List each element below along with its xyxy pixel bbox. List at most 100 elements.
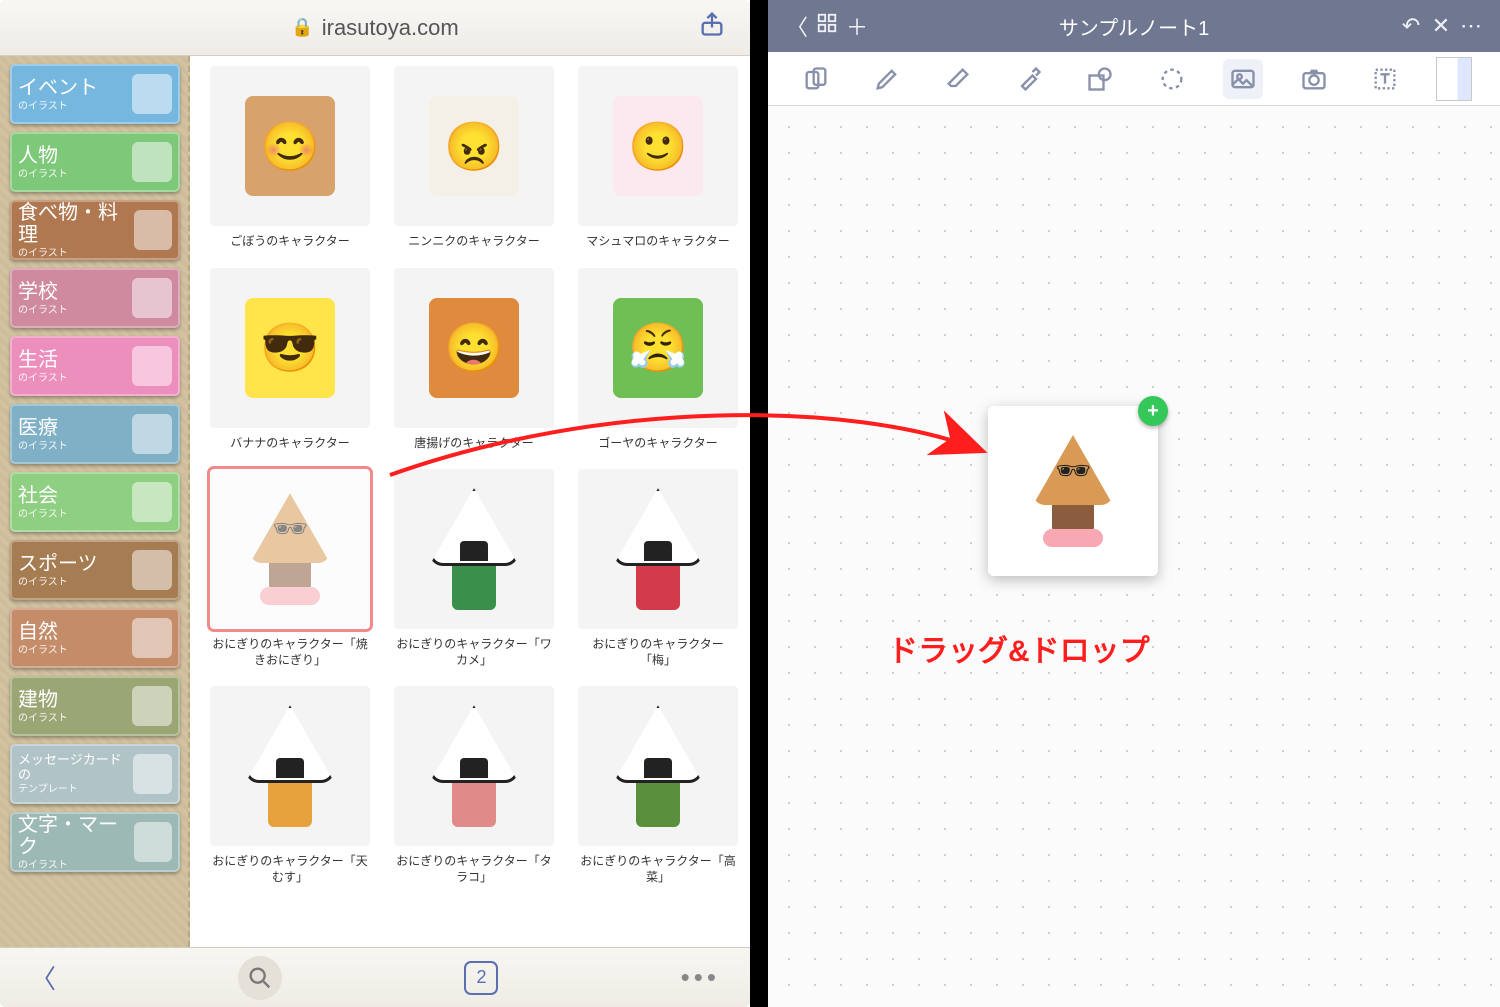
page-thumbnail[interactable] [1436, 57, 1472, 101]
sidebar-item-icon [132, 74, 172, 114]
sidebar-item-label: 社会 [18, 485, 68, 507]
tab-count-value: 2 [476, 967, 486, 988]
highlighter-tool[interactable] [1009, 59, 1049, 99]
sidebar-item-sublabel: のイラスト [18, 169, 68, 180]
sidebar-item-11[interactable]: 文字・マークのイラスト [10, 812, 180, 872]
thumbnail-image[interactable] [394, 686, 554, 846]
thumbnail-caption: マシュマロのキャラクター [586, 234, 730, 250]
sidebar-item-label: 文字・マーク [18, 814, 134, 858]
sidebar-item-sublabel: のイラスト [18, 305, 68, 316]
shapes-tool[interactable] [796, 59, 836, 99]
grid-item[interactable]: おにぎりのキャラクター「ワカメ」 [394, 469, 554, 668]
thumbnail-caption: おにぎりのキャラクター「梅」 [578, 637, 738, 668]
sidebar-item-sublabel: のイラスト [18, 860, 134, 871]
grid-item[interactable]: 🕶おにぎりのキャラクター「焼きおにぎり」 [210, 469, 370, 668]
sidebar-item-sublabel: のイラスト [18, 509, 68, 520]
dropped-image[interactable]: 🕶 + [988, 406, 1158, 576]
thumbnail-image[interactable]: 😠 [394, 66, 554, 226]
pen-tool[interactable] [867, 59, 907, 99]
note-title: サンプルノート1 [872, 12, 1396, 41]
sidebar-item-icon [134, 822, 173, 862]
grid-item[interactable]: おにぎりのキャラクター「タラコ」 [394, 686, 554, 885]
sidebar-item-sublabel: のイラスト [18, 441, 68, 452]
thumbnail-image[interactable] [394, 469, 554, 629]
thumbnail-image[interactable]: 😎 [210, 268, 370, 428]
lasso-tool[interactable] [1152, 59, 1192, 99]
note-canvas[interactable]: 🕶 + ドラッグ&ドロップ [768, 106, 1500, 1007]
sidebar-item-2[interactable]: 食べ物・料理のイラスト [10, 200, 180, 260]
more-icon[interactable]: ••• [681, 962, 720, 993]
thumbnail-image[interactable]: 🙂 [578, 66, 738, 226]
thumbnail-image[interactable] [578, 686, 738, 846]
grid-item[interactable]: 😠 ニンニクのキャラクター [394, 66, 554, 250]
sidebar-item-8[interactable]: 自然のイラスト [10, 608, 180, 668]
more-icon[interactable]: ⋯ [1456, 13, 1486, 39]
sidebar-item-icon [132, 550, 172, 590]
sidebar-item-4[interactable]: 生活のイラスト [10, 336, 180, 396]
grid-item[interactable]: 😄 唐揚げのキャラクター [394, 268, 554, 452]
sidebar-item-10[interactable]: メッセージカードのテンプレート [10, 744, 180, 804]
sidebar-item-label: 人物 [18, 145, 68, 167]
sidebar-item-label: 生活 [18, 349, 68, 371]
url-box[interactable]: 🔒 irasutoya.com [291, 15, 458, 41]
thumbnail-image[interactable] [210, 686, 370, 846]
thumbnail-caption: 唐揚げのキャラクター [414, 436, 534, 452]
grid-item[interactable]: おにぎりのキャラクター「梅」 [578, 469, 738, 668]
sidebar-item-1[interactable]: 人物のイラスト [10, 132, 180, 192]
sidebar-item-icon [132, 482, 172, 522]
grid-item[interactable]: 🙂 マシュマロのキャラクター [578, 66, 738, 250]
lock-icon: 🔒 [291, 17, 313, 38]
share-icon[interactable] [698, 10, 726, 45]
safari-url-bar: 🔒 irasutoya.com [0, 0, 750, 56]
thumbnail-caption: バナナのキャラクター [230, 436, 350, 452]
thumbnail-image[interactable]: 😊 [210, 66, 370, 226]
undo-icon[interactable]: ↶ [1396, 13, 1426, 39]
thumbnail-caption: ニンニクのキャラクター [408, 234, 540, 250]
thumbnail-image[interactable] [578, 469, 738, 629]
grid-item[interactable]: おにぎりのキャラクター「高菜」 [578, 686, 738, 885]
sidebar-item-icon [134, 210, 173, 250]
sidebar-item-icon [132, 142, 172, 182]
sidebar-item-label: スポーツ [18, 553, 98, 575]
note-app-window: 〈 ＋ サンプルノート1 ↶ ✕ ⋯ 🕶 + ドラッグ&ドロップ [768, 0, 1500, 1007]
image-tool[interactable] [1223, 59, 1263, 99]
sidebar-item-7[interactable]: スポーツのイラスト [10, 540, 180, 600]
thumbnail-caption: ごぼうのキャラクター [230, 234, 350, 250]
grid-icon[interactable] [812, 12, 842, 40]
back-icon[interactable]: 〈 [30, 959, 56, 996]
grid-item[interactable]: 😊 ごぼうのキャラクター [210, 66, 370, 250]
illustration-grid-area[interactable]: 😊 ごぼうのキャラクター 😠 ニンニクのキャラクター 🙂 マシュマロのキャラクター 😎 バナナ… [190, 56, 750, 947]
sidebar-item-label: 医療 [18, 417, 68, 439]
sidebar-item-icon [132, 414, 172, 454]
split-view-divider[interactable] [750, 0, 768, 1007]
eraser-tool[interactable] [938, 59, 978, 99]
back-icon[interactable]: 〈 [782, 10, 812, 42]
sidebar-item-3[interactable]: 学校のイラスト [10, 268, 180, 328]
close-icon[interactable]: ✕ [1426, 13, 1456, 39]
add-icon[interactable]: ＋ [842, 10, 872, 42]
sidebar-item-5[interactable]: 医療のイラスト [10, 404, 180, 464]
thumbnail-caption: おにぎりのキャラクター「天むす」 [210, 854, 370, 885]
shape-tool[interactable] [1080, 59, 1120, 99]
sidebar-item-sublabel: のイラスト [18, 101, 98, 112]
sidebar-item-6[interactable]: 社会のイラスト [10, 472, 180, 532]
tabs-button[interactable]: 2 [464, 961, 498, 995]
sidebar-item-icon [132, 618, 172, 658]
text-tool[interactable] [1365, 59, 1405, 99]
sidebar-item-icon [132, 278, 172, 318]
thumbnail-image[interactable]: 🕶 [210, 469, 370, 629]
sidebar-item-0[interactable]: イベントのイラスト [10, 64, 180, 124]
sidebar-item-9[interactable]: 建物のイラスト [10, 676, 180, 736]
thumbnail-image[interactable]: 😤 [578, 268, 738, 428]
thumbnail-caption: おにぎりのキャラクター「高菜」 [578, 854, 738, 885]
grid-item[interactable]: 😤ゴーヤのキャラクター [578, 268, 738, 452]
sidebar-item-icon [132, 686, 172, 726]
thumbnail-image[interactable]: 😄 [394, 268, 554, 428]
grid-item[interactable]: おにぎりのキャラクター「天むす」 [210, 686, 370, 885]
thumbnail-caption: おにぎりのキャラクター「ワカメ」 [394, 637, 554, 668]
note-toolbar [768, 52, 1500, 106]
search-icon[interactable] [238, 956, 282, 1000]
camera-tool[interactable] [1294, 59, 1334, 99]
grid-item[interactable]: 😎 バナナのキャラクター [210, 268, 370, 452]
sidebar-item-sublabel: のイラスト [18, 645, 68, 656]
